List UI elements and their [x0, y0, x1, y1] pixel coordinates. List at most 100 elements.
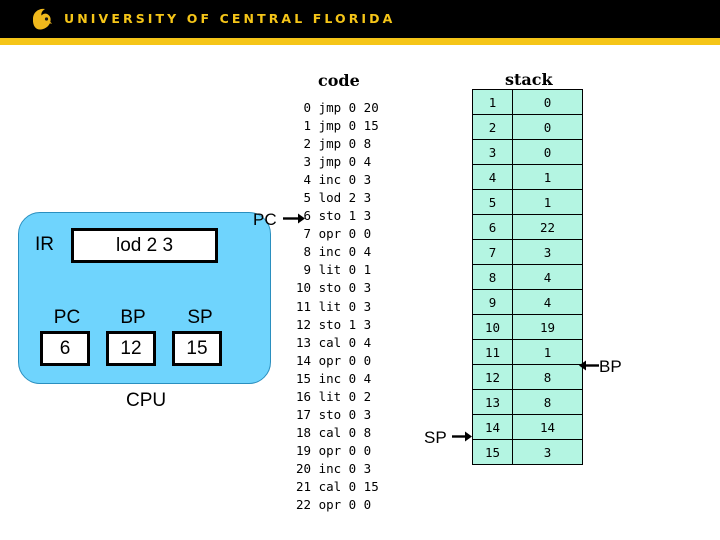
code-opcode: sto: [318, 316, 342, 332]
code-opcode: opr: [318, 352, 342, 368]
code-level: 0: [348, 154, 357, 170]
code-opcode: jmp: [318, 154, 342, 170]
code-level: 0: [348, 100, 357, 115]
code-level: 0: [348, 298, 357, 314]
stack-row: 41: [472, 164, 583, 190]
stack-value: 22: [512, 214, 583, 240]
bp-pointer-label: BP: [599, 357, 622, 376]
stack-value: 1: [512, 339, 583, 365]
code-level: 0: [348, 442, 357, 458]
code-modifier: 1: [363, 262, 372, 278]
code-modifier: 3: [363, 298, 372, 314]
stack-row: 94: [472, 289, 583, 315]
code-row: 2 jmp 0 8: [296, 135, 379, 153]
stack-table-body: 1 0 2 0 3 0 4 1 5 1 6 22 7 3 8 4 9 4 10 19 11 1 12 8 13 8 14 14 15 3: [472, 89, 583, 465]
code-level: 0: [348, 478, 357, 494]
stack-index: 4: [472, 164, 513, 190]
code-modifier: 3: [363, 316, 372, 332]
code-address: 8: [303, 244, 312, 260]
stack-row: 51: [472, 189, 583, 215]
stack-value: 0: [512, 139, 583, 165]
code-modifier: 15: [363, 478, 379, 494]
stack-index: 10: [472, 314, 513, 340]
code-opcode: cal: [318, 478, 342, 494]
stack-row: 13 8: [472, 389, 583, 415]
stack-value: 4: [512, 289, 583, 315]
stack-row: 11 1: [472, 339, 583, 365]
code-row: 11 lit 0 3: [296, 298, 379, 316]
code-address: 12: [296, 316, 312, 332]
code-opcode: inc: [318, 370, 342, 386]
stack-row: 84: [472, 264, 583, 290]
code-opcode: jmp: [318, 100, 342, 115]
code-opcode: lit: [318, 262, 342, 278]
code-address: 17: [296, 406, 312, 422]
stack-index: 11: [472, 339, 513, 365]
code-level: 1: [348, 316, 357, 332]
code-level: 0: [348, 280, 357, 296]
code-level: 0: [348, 226, 357, 242]
code-address: 15: [296, 370, 312, 386]
code-address: 10: [296, 280, 312, 296]
code-row: 21 cal 0 15: [296, 478, 379, 496]
code-opcode: cal: [318, 334, 342, 350]
code-address: 5: [303, 190, 312, 206]
code-modifier: 3: [363, 280, 372, 296]
code-modifier: 8: [363, 136, 372, 152]
stack-index: 8: [472, 264, 513, 290]
code-level: 0: [348, 136, 357, 152]
code-level: 0: [348, 370, 357, 386]
sp-register-value: 15: [172, 331, 222, 366]
sp-register-label: SP: [187, 307, 213, 328]
code-address: 13: [296, 334, 312, 350]
university-name: UNIVERSITY OF CENTRAL FLORIDA: [64, 11, 396, 26]
code-address: 19: [296, 442, 312, 458]
code-row: 18 cal 0 8: [296, 424, 379, 442]
stack-index: 2: [472, 114, 513, 140]
stack-value: 3: [512, 239, 583, 265]
code-address: 2: [303, 136, 312, 152]
bp-register-label: BP: [120, 307, 146, 328]
code-modifier: 4: [363, 370, 372, 386]
stack-index: 15: [472, 439, 513, 465]
code-address: 11: [296, 298, 312, 314]
stack-index: 13: [472, 389, 513, 415]
stack-value: 0: [512, 89, 583, 115]
code-opcode: opr: [318, 497, 342, 513]
stack-index: 5: [472, 189, 513, 215]
pegasus-logo-icon: [29, 7, 55, 32]
stack-panel-title: stack: [505, 70, 553, 89]
code-level: 2: [348, 190, 357, 206]
pc-pointer-label: PC: [253, 210, 277, 229]
code-level: 0: [348, 460, 357, 476]
header-gold-stripe: [0, 38, 720, 45]
pc-register-label: PC: [53, 307, 81, 328]
code-opcode: inc: [318, 172, 342, 188]
code-row: 6 sto 1 3: [296, 207, 379, 225]
stack-index: 9: [472, 289, 513, 315]
code-modifier: 15: [363, 118, 379, 134]
stack-value: 0: [512, 114, 583, 140]
code-modifier: 0: [363, 226, 372, 242]
code-address: 9: [303, 262, 312, 278]
ir-register-value: lod 2 3: [71, 228, 218, 263]
code-modifier: 20: [363, 100, 379, 115]
code-row: 13 cal 0 4: [296, 334, 379, 352]
code-modifier: 3: [363, 208, 372, 224]
stack-row: 15 3: [472, 439, 583, 465]
code-level: 0: [348, 388, 357, 404]
pc-register-value: 6: [40, 331, 90, 366]
code-modifier: 2: [363, 388, 372, 404]
code-address: 22: [296, 497, 312, 513]
code-modifier: 0: [363, 352, 372, 368]
code-row: 8 inc 0 4: [296, 243, 379, 261]
code-opcode: inc: [318, 460, 342, 476]
code-level: 0: [348, 406, 357, 422]
bp-pointer-arrow-icon: [578, 359, 599, 377]
stack-row: 10: [472, 89, 583, 115]
stack-value: 3: [512, 439, 583, 465]
stack-index: 14: [472, 414, 513, 440]
code-panel-title: code: [318, 71, 360, 90]
code-row: 22 opr 0 0: [296, 496, 379, 514]
code-row: 19 opr 0 0: [296, 442, 379, 460]
